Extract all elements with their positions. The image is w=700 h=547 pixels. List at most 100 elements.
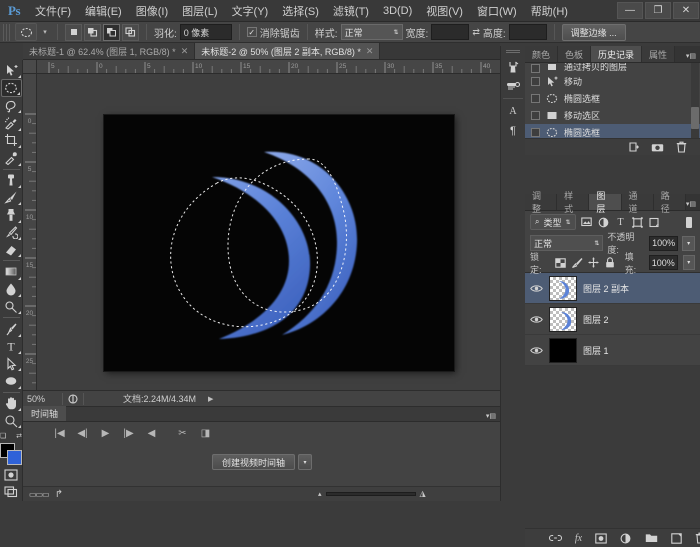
- close-button[interactable]: ✕: [673, 1, 699, 19]
- zoom-level[interactable]: 50%: [23, 394, 59, 404]
- hand-tool[interactable]: [1, 395, 22, 412]
- swap-width-height-icon[interactable]: ⇄: [472, 27, 480, 38]
- close-icon[interactable]: ✕: [366, 46, 374, 57]
- tab-properties[interactable]: 属性: [642, 46, 676, 62]
- lock-transparent-pixels-icon[interactable]: [554, 256, 566, 269]
- horizontal-type-tool[interactable]: T: [1, 338, 22, 355]
- crop-tool[interactable]: [1, 132, 22, 149]
- options-bar-grip[interactable]: [3, 23, 10, 41]
- style-select[interactable]: 正常 ⇅: [340, 24, 403, 40]
- go-to-first-frame-button[interactable]: |◀: [53, 427, 66, 440]
- tab-color[interactable]: 颜色: [525, 46, 559, 62]
- next-frame-button[interactable]: |▶: [122, 427, 135, 440]
- history-snapshot-checkbox[interactable]: [531, 64, 540, 73]
- add-to-selection-button[interactable]: [84, 23, 101, 41]
- create-timeline-chevron-down-icon[interactable]: ▾: [298, 454, 313, 470]
- canvas-viewport[interactable]: [37, 74, 500, 390]
- layer-visibility-icon[interactable]: [530, 284, 543, 293]
- delete-layer-icon[interactable]: [695, 532, 700, 545]
- tool-preset-chevron-down-icon[interactable]: ▾: [40, 23, 50, 41]
- move-tool[interactable]: [1, 62, 22, 79]
- history-item-move[interactable]: 移动: [525, 73, 700, 90]
- intersect-selection-button[interactable]: [122, 23, 139, 41]
- fill-value[interactable]: 100%: [649, 255, 678, 270]
- filter-pixel-icon[interactable]: [581, 215, 593, 229]
- new-layer-icon[interactable]: [671, 532, 682, 545]
- path-selection-tool[interactable]: [1, 355, 22, 372]
- blur-tool[interactable]: [1, 281, 22, 298]
- horizontal-ruler[interactable]: 5 0 5 10 15 20 25 30 35 40: [37, 60, 500, 74]
- swap-colors-icon[interactable]: ⇄: [16, 432, 22, 440]
- frame-mode-icon[interactable]: ▭▭▭: [29, 490, 50, 499]
- slider-track[interactable]: [325, 491, 416, 496]
- vertical-ruler[interactable]: 0 5 10 15 20 25: [23, 74, 37, 390]
- new-group-icon[interactable]: [645, 532, 658, 545]
- lock-position-icon[interactable]: [588, 256, 599, 269]
- tab-paths[interactable]: 路径: [653, 191, 686, 214]
- menu-view[interactable]: 视图(V): [419, 0, 470, 22]
- filter-adjustment-icon[interactable]: [598, 215, 610, 229]
- dodge-tool[interactable]: [1, 298, 22, 315]
- tab-layers[interactable]: 图层: [589, 191, 622, 214]
- elliptical-marquee-tool[interactable]: [0, 79, 22, 98]
- delete-state-icon[interactable]: [675, 141, 688, 154]
- ellipse-marquee-icon[interactable]: [15, 23, 37, 41]
- tab-styles[interactable]: 样式: [557, 191, 590, 214]
- height-input[interactable]: [508, 24, 547, 40]
- eraser-tool[interactable]: [1, 241, 22, 258]
- new-document-from-state-icon[interactable]: [627, 141, 640, 154]
- menu-image[interactable]: 图像(I): [129, 0, 175, 22]
- clone-source-icon[interactable]: [502, 76, 524, 95]
- render-video-icon[interactable]: ↱: [55, 489, 63, 500]
- layer-row-1[interactable]: 图层 2: [525, 304, 700, 335]
- menu-help[interactable]: 帮助(H): [524, 0, 575, 22]
- spot-healing-brush-tool[interactable]: [1, 171, 22, 188]
- menu-window[interactable]: 窗口(W): [470, 0, 524, 22]
- close-icon[interactable]: ✕: [181, 46, 189, 57]
- gradient-tool[interactable]: [1, 263, 22, 280]
- menu-type[interactable]: 文字(Y): [225, 0, 276, 22]
- timeline-zoom-slider[interactable]: ▴ ◮: [318, 489, 426, 498]
- ruler-origin-box[interactable]: [23, 60, 37, 74]
- width-input[interactable]: [431, 24, 470, 40]
- character-panel-icon[interactable]: A: [502, 102, 524, 121]
- filter-enable-toggle[interactable]: [683, 215, 695, 229]
- previous-frame-button[interactable]: ◀|: [76, 427, 89, 440]
- layer-visibility-icon[interactable]: [530, 346, 543, 355]
- history-snapshot-checkbox[interactable]: [531, 111, 540, 120]
- history-scrollbar-thumb[interactable]: [691, 107, 699, 129]
- lasso-tool[interactable]: [1, 97, 22, 114]
- new-selection-button[interactable]: [65, 23, 82, 41]
- brush-presets-icon[interactable]: [502, 57, 524, 76]
- fill-chevron-down-icon[interactable]: ▾: [682, 255, 695, 270]
- tab-channels[interactable]: 通道: [621, 191, 654, 214]
- panel-menu-icon[interactable]: ▾▤: [486, 412, 496, 420]
- timeline-panel-menu[interactable]: ▾▤: [486, 412, 500, 421]
- history-item-ellipse-marquee-1[interactable]: 椭圆选框: [525, 90, 700, 107]
- refine-edge-button[interactable]: 调整边缘 ...: [561, 23, 626, 41]
- subtract-from-selection-button[interactable]: [103, 23, 120, 41]
- add-layer-mask-icon[interactable]: [595, 532, 607, 545]
- history-item-partial[interactable]: 通过拷贝的图层: [525, 63, 700, 73]
- zoom-in-icon[interactable]: ◮: [420, 489, 426, 498]
- dock-grip[interactable]: [506, 50, 520, 54]
- split-at-playhead-button[interactable]: ✂: [176, 427, 189, 440]
- screen-mode-icon[interactable]: [1, 484, 22, 501]
- menu-filter[interactable]: 滤镜(T): [326, 0, 376, 22]
- layer-thumbnail[interactable]: [549, 275, 577, 301]
- history-snapshot-checkbox[interactable]: [531, 128, 540, 137]
- background-color-swatch[interactable]: [7, 450, 22, 466]
- feather-input[interactable]: 0 像素: [179, 24, 232, 40]
- layer-thumbnail[interactable]: [549, 306, 577, 332]
- default-colors-icon[interactable]: ❏: [0, 432, 6, 440]
- menu-edit[interactable]: 编辑(E): [78, 0, 129, 22]
- layer-style-icon[interactable]: fx: [575, 532, 582, 545]
- link-layers-icon[interactable]: [548, 532, 562, 545]
- menu-select[interactable]: 选择(S): [275, 0, 326, 22]
- minimize-button[interactable]: —: [617, 1, 643, 19]
- tab-history[interactable]: 历史记录: [591, 46, 643, 62]
- history-panel-menu-icon[interactable]: ▾▤: [686, 52, 700, 62]
- paragraph-panel-icon[interactable]: ¶: [502, 121, 524, 140]
- ellipse-shape-tool[interactable]: [1, 372, 22, 389]
- history-brush-tool[interactable]: [1, 224, 22, 241]
